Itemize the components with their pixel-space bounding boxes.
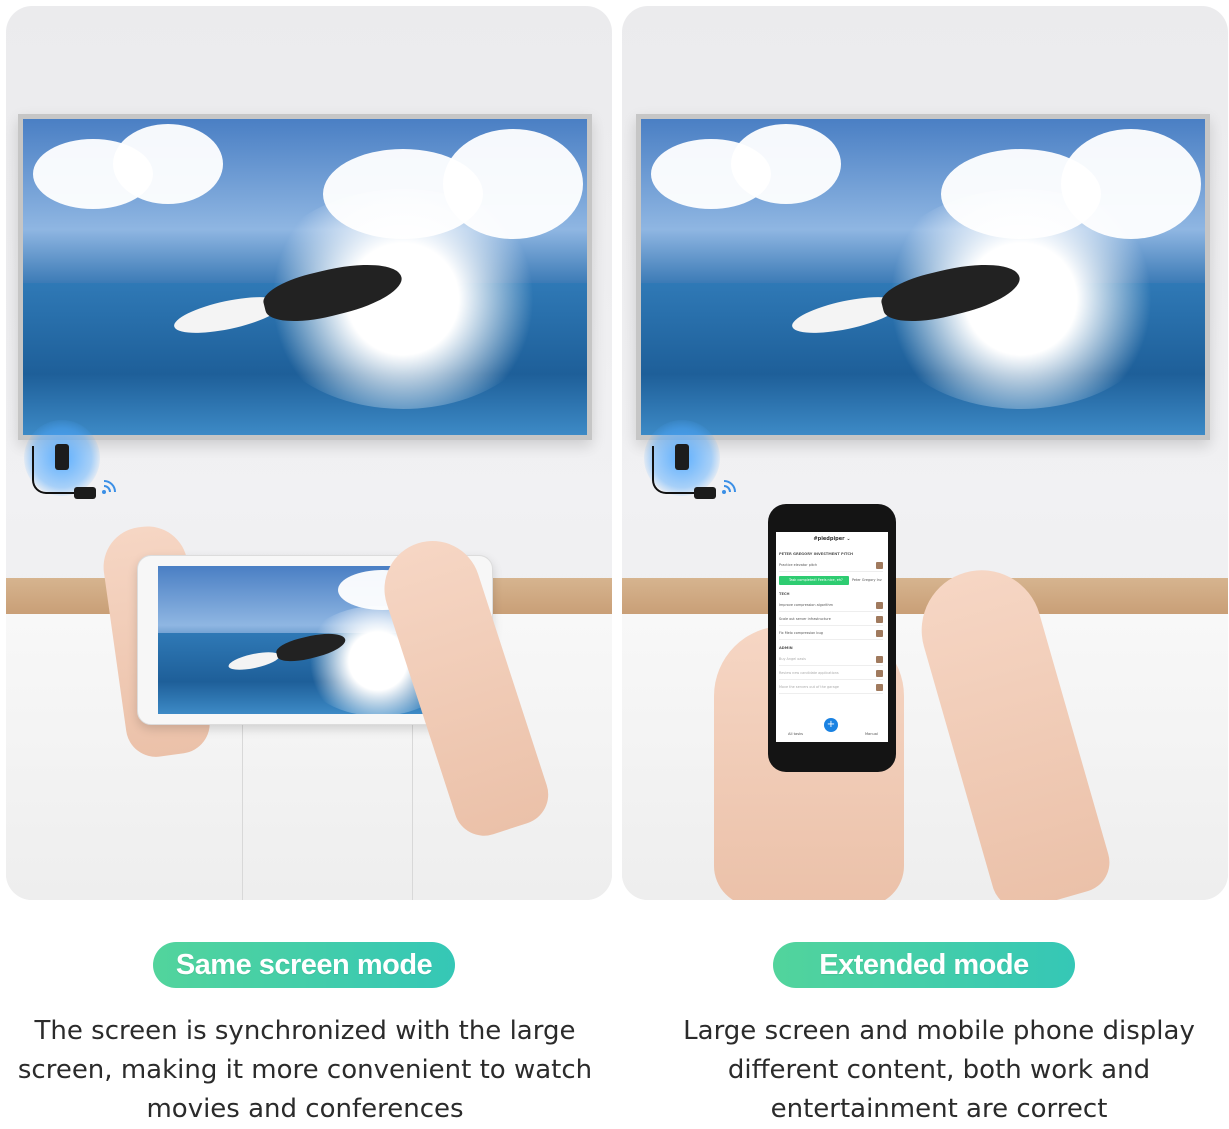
app-section-heading: TECH xyxy=(779,592,790,596)
task-complete-toast: Task completed! Feels nice, eh? xyxy=(779,576,849,585)
extended-mode-badge: Extended mode xyxy=(773,942,1075,988)
task-row[interactable]: Scale out server infrastructure xyxy=(779,616,883,626)
task-label: Scale out server infrastructure xyxy=(779,617,831,621)
task-row[interactable]: Move the servers out of the garage xyxy=(779,684,883,694)
avatar xyxy=(876,684,883,691)
avatar xyxy=(876,656,883,663)
all-tasks-tab[interactable]: All tasks xyxy=(788,732,803,736)
task-row[interactable]: Review new candidate applications xyxy=(779,670,883,680)
avatar xyxy=(876,562,883,569)
wifi-signal-icon xyxy=(722,480,736,494)
tv xyxy=(636,114,1210,440)
task-label: Practice elevator pitch xyxy=(779,563,818,567)
app-section-heading: PETER GREGORY INVESTMENT PITCH xyxy=(779,552,854,556)
same-screen-mode-badge: Same screen mode xyxy=(153,942,455,988)
avatar xyxy=(876,602,883,609)
add-task-button[interactable]: + xyxy=(824,718,838,732)
app-channel-title: #piedpiper ⌄ xyxy=(813,536,851,542)
same-screen-illustration xyxy=(6,6,612,900)
extended-mode-description: Large screen and mobile phone display di… xyxy=(683,1016,1195,1124)
extended-mode-illustration: #piedpiper ⌄ PETER GREGORY INVESTMENT PI… xyxy=(622,6,1228,900)
phone-task-app-screen: #piedpiper ⌄ PETER GREGORY INVESTMENT PI… xyxy=(776,532,888,742)
task-row[interactable]: Practice elevator pitch xyxy=(779,562,883,572)
toast-text: Task completed! Feels nice, eh? xyxy=(789,578,843,582)
avatar xyxy=(876,630,883,637)
task-row[interactable]: Fix Melo compression bug xyxy=(779,630,883,640)
usb-plug xyxy=(74,487,96,499)
same-screen-mode-description: The screen is synchronized with the larg… xyxy=(17,1016,593,1124)
task-label: Move the servers out of the garage xyxy=(779,685,839,689)
tv-screen-surf-image xyxy=(23,119,587,435)
task-label: Improve compression algorithm xyxy=(779,603,833,607)
portrait-phone: #piedpiper ⌄ PETER GREGORY INVESTMENT PI… xyxy=(768,504,896,772)
task-label: Review new candidate applications xyxy=(779,671,839,675)
task-row[interactable]: Buy Angel oasis xyxy=(779,656,883,666)
task-label: Fix Melo compression bug xyxy=(779,631,823,635)
manual-tab[interactable]: Manual xyxy=(865,732,878,736)
tv-cabinet-front xyxy=(622,614,1228,900)
avatar xyxy=(876,670,883,677)
usb-plug xyxy=(694,487,716,499)
task-label: Buy Angel oasis xyxy=(779,657,806,661)
tv-screen-surf-image xyxy=(641,119,1205,435)
app-section-heading: ADMIN xyxy=(779,646,793,650)
toast-side-label: Peter Gregory Inv xyxy=(852,578,882,582)
task-row[interactable]: Improve compression algorithm xyxy=(779,602,883,612)
avatar xyxy=(876,616,883,623)
tv xyxy=(18,114,592,440)
wifi-signal-icon xyxy=(102,480,116,494)
